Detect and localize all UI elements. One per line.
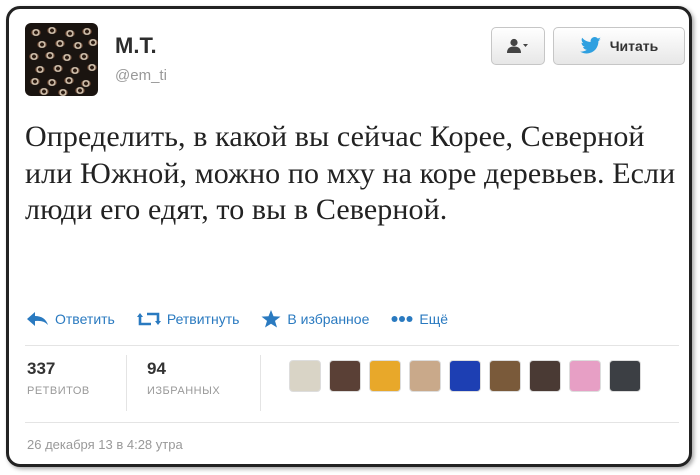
divider bbox=[25, 345, 679, 346]
favorites-label: ИЗБРАННЫХ bbox=[147, 385, 221, 397]
more-icon bbox=[391, 316, 413, 322]
tweet-text: Определить, в какой вы сейчас Корее, Сев… bbox=[25, 120, 676, 227]
avatar-pattern-eye bbox=[81, 80, 91, 87]
avatar-pattern-eye bbox=[73, 42, 83, 49]
avatar-pattern-eye bbox=[39, 88, 49, 95]
avatar-pattern-eye bbox=[30, 78, 40, 85]
favorite-button[interactable]: В избранное bbox=[261, 310, 369, 328]
retweets-count: 337 bbox=[27, 359, 56, 378]
more-button[interactable]: Ещё bbox=[391, 311, 448, 327]
avatar-4[interactable] bbox=[409, 360, 441, 392]
user-name[interactable]: M.T. bbox=[115, 33, 157, 59]
favorites-stat[interactable]: 94 ИЗБРАННЫХ bbox=[145, 355, 261, 411]
avatar-3[interactable] bbox=[369, 360, 401, 392]
favorite-label: В избранное bbox=[287, 311, 370, 327]
avatar-pattern-eye bbox=[62, 54, 72, 61]
avatar-pattern-eye bbox=[37, 41, 47, 48]
person-icon bbox=[507, 38, 528, 53]
avatar-pattern-eye bbox=[47, 27, 57, 34]
retweet-button[interactable]: Ретвитнуть bbox=[136, 311, 240, 327]
user-avatar[interactable] bbox=[25, 23, 98, 96]
avatar-pattern-eye bbox=[45, 52, 55, 59]
reply-label: Ответить bbox=[55, 311, 115, 327]
avatar-pattern-eye bbox=[65, 30, 75, 37]
avatar-pattern-eye bbox=[35, 66, 45, 73]
avatar-pattern-eye bbox=[55, 40, 65, 47]
avatar-8[interactable] bbox=[569, 360, 601, 392]
avatar-pattern-eye bbox=[58, 89, 68, 96]
tweet-timestamp[interactable]: 26 декабря 13 в 4:28 утра bbox=[27, 437, 183, 452]
avatar-9[interactable] bbox=[609, 360, 641, 392]
avatar-pattern-eye bbox=[29, 53, 39, 60]
reply-icon bbox=[27, 312, 48, 326]
favoriter-avatars bbox=[289, 360, 641, 392]
tweet-card: M.T. @em_ti Читать Определить, в какой в… bbox=[6, 6, 692, 467]
avatar-pattern-eye bbox=[88, 39, 98, 46]
follow-button-label: Читать bbox=[609, 38, 659, 54]
avatar-1[interactable] bbox=[289, 360, 321, 392]
avatar-pattern-eye bbox=[75, 87, 85, 94]
avatar-pattern-eye bbox=[70, 67, 80, 74]
tweet-stats: 337 РЕТВИТОВ 94 ИЗБРАННЫХ bbox=[25, 355, 279, 411]
reply-button[interactable]: Ответить bbox=[27, 311, 115, 327]
avatar-2[interactable] bbox=[329, 360, 361, 392]
twitter-bird-icon bbox=[579, 37, 601, 54]
avatar-pattern-eye bbox=[47, 79, 57, 86]
avatar-pattern-eye bbox=[87, 64, 97, 71]
retweet-icon bbox=[136, 312, 161, 326]
avatar-5[interactable] bbox=[449, 360, 481, 392]
more-label: Ещё bbox=[419, 311, 449, 327]
star-icon bbox=[261, 310, 281, 328]
tweet-actions: Ответить Ретвитнуть В избранное Ещё bbox=[27, 308, 448, 330]
retweets-label: РЕТВИТОВ bbox=[27, 385, 90, 397]
retweet-label: Ретвитнуть bbox=[166, 311, 240, 327]
avatar-pattern-eye bbox=[53, 65, 63, 72]
avatar-7[interactable] bbox=[529, 360, 561, 392]
follow-button[interactable]: Читать bbox=[553, 27, 685, 65]
avatar-6[interactable] bbox=[489, 360, 521, 392]
favorites-count: 94 bbox=[147, 359, 166, 378]
user-handle[interactable]: @em_ti bbox=[115, 67, 167, 84]
avatar-pattern-eye bbox=[82, 28, 92, 35]
avatar-pattern-eye bbox=[31, 29, 41, 36]
retweets-stat[interactable]: 337 РЕТВИТОВ bbox=[25, 355, 127, 411]
avatar-pattern-eye bbox=[64, 77, 74, 84]
divider bbox=[25, 422, 679, 423]
user-actions-button[interactable] bbox=[491, 27, 545, 65]
avatar-pattern-eye bbox=[79, 53, 89, 60]
